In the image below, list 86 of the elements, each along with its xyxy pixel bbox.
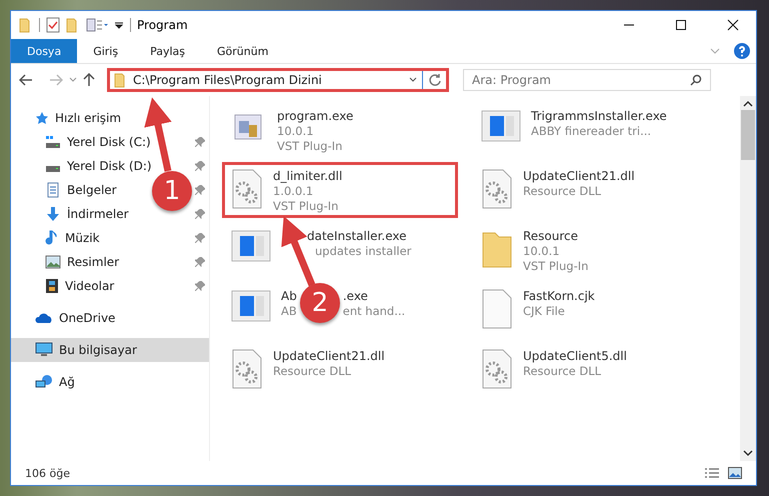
maximize-icon[interactable] bbox=[675, 19, 687, 31]
back-arrow-icon[interactable] bbox=[19, 74, 33, 86]
address-bar[interactable]: C:\Program Files\Program Dizini bbox=[107, 68, 449, 92]
file-name: UpdateClient21.dll bbox=[523, 169, 635, 183]
file-detail: 1.0.0.1 bbox=[273, 184, 314, 198]
file-item[interactable]: d_limiter.dll 1.0.0.1 VST Plug-In bbox=[222, 162, 458, 218]
pin-icon[interactable] bbox=[195, 233, 205, 243]
up-arrow-icon[interactable] bbox=[83, 73, 95, 87]
file-name: TrigrammsInstaller.exe bbox=[531, 109, 667, 123]
file-detail: VST Plug-In bbox=[273, 199, 340, 213]
file-detail: AB bbox=[281, 304, 297, 318]
star-icon bbox=[35, 111, 49, 125]
close-icon[interactable] bbox=[727, 19, 739, 31]
file-detail: Resource DLL bbox=[273, 364, 352, 378]
document-icon bbox=[45, 182, 61, 198]
sidebar-item[interactable]: Hızlı erişim bbox=[11, 106, 209, 130]
computer-icon bbox=[35, 342, 53, 358]
pin-icon[interactable] bbox=[195, 209, 205, 219]
ribbon-tab[interactable]: Paylaş bbox=[134, 39, 201, 63]
sidebar-item[interactable]: OneDrive bbox=[11, 306, 209, 330]
file-name: program.exe bbox=[277, 109, 354, 123]
pin-icon[interactable] bbox=[195, 257, 205, 267]
film-icon bbox=[45, 278, 59, 294]
help-icon[interactable] bbox=[734, 43, 750, 59]
item-count: 106 öğe bbox=[25, 466, 70, 480]
gear-file-icon bbox=[231, 169, 263, 209]
file-detail: updates installer bbox=[315, 244, 412, 258]
file-icon bbox=[481, 289, 513, 329]
file-detail: ent hand... bbox=[342, 304, 406, 318]
scrollbar-thumb[interactable] bbox=[741, 110, 755, 160]
pin-icon[interactable] bbox=[195, 137, 205, 147]
ribbon-tab[interactable]: Giriş bbox=[77, 39, 134, 63]
checklist-icon[interactable] bbox=[46, 17, 60, 33]
download-arrow-icon bbox=[45, 206, 61, 222]
file-detail: VST Plug-In bbox=[523, 259, 588, 273]
sidebar-item[interactable]: Müzik bbox=[11, 226, 209, 250]
drive-icon bbox=[45, 166, 61, 172]
scroll-down-icon[interactable] bbox=[743, 449, 753, 457]
large-icons-view-icon[interactable] bbox=[728, 467, 742, 479]
sidebar-item[interactable]: Ağ bbox=[11, 370, 209, 394]
window-icon bbox=[481, 109, 521, 143]
search-icon bbox=[690, 74, 702, 86]
window-title: Program bbox=[137, 18, 188, 32]
network-icon bbox=[35, 374, 53, 390]
music-note-icon bbox=[45, 230, 59, 246]
file-detail: Resource DLL bbox=[523, 364, 602, 378]
details-view-icon[interactable] bbox=[704, 467, 720, 479]
sidebar-item[interactable]: Videolar bbox=[11, 274, 209, 298]
file-detail: 10.0.1 bbox=[523, 244, 561, 258]
file-detail: ABBY finereader tri... bbox=[531, 124, 652, 138]
file-name: Ab bbox=[281, 289, 297, 303]
scrollbar[interactable] bbox=[740, 96, 756, 461]
window-icon bbox=[231, 289, 271, 323]
file-name: Resource bbox=[523, 229, 580, 243]
scroll-up-icon[interactable] bbox=[743, 100, 753, 108]
file-name: dateInstaller.exe bbox=[307, 229, 408, 243]
file-detail: Resource DLL bbox=[523, 184, 602, 198]
file-name: UpdateClient21.dll bbox=[273, 349, 385, 363]
gear-file-icon bbox=[481, 349, 513, 389]
file-detail: 10.0.1 bbox=[277, 124, 315, 138]
file-detail: CJK File bbox=[523, 304, 566, 318]
file-menu-button[interactable]: Dosya bbox=[11, 39, 78, 63]
chevron-down-icon[interactable] bbox=[409, 77, 417, 83]
sidebar-item[interactable]: Resimler bbox=[11, 250, 209, 274]
gear-file-icon bbox=[231, 349, 263, 389]
properties-icon[interactable] bbox=[86, 18, 108, 32]
ribbon-tab[interactable]: Görünüm bbox=[201, 39, 284, 63]
window-icon bbox=[231, 229, 271, 263]
gear-file-icon bbox=[481, 169, 513, 209]
file-name: UpdateClient5.dll bbox=[523, 349, 627, 363]
sidebar-item[interactable]: Yerel Disk (C:) bbox=[11, 130, 209, 154]
file-name: d_limiter.dll bbox=[273, 169, 342, 183]
pin-icon[interactable] bbox=[195, 185, 205, 195]
drive-icon bbox=[45, 136, 61, 148]
file-name: .exe bbox=[342, 289, 368, 303]
file-detail: VST Plug-In bbox=[277, 139, 344, 153]
file-name: FastKorn.cjk bbox=[523, 289, 595, 303]
dropdown-icon[interactable] bbox=[114, 20, 124, 30]
refresh-icon[interactable] bbox=[428, 73, 442, 87]
search-field[interactable]: Ara: Program bbox=[463, 69, 711, 91]
sidebar-item[interactable]: Bu bilgisayar bbox=[11, 338, 209, 362]
picture-icon bbox=[45, 255, 61, 269]
chevron-icon[interactable] bbox=[710, 47, 720, 55]
pin-icon[interactable] bbox=[195, 161, 205, 171]
cloud-icon bbox=[35, 312, 53, 324]
pin-icon[interactable] bbox=[195, 281, 205, 291]
